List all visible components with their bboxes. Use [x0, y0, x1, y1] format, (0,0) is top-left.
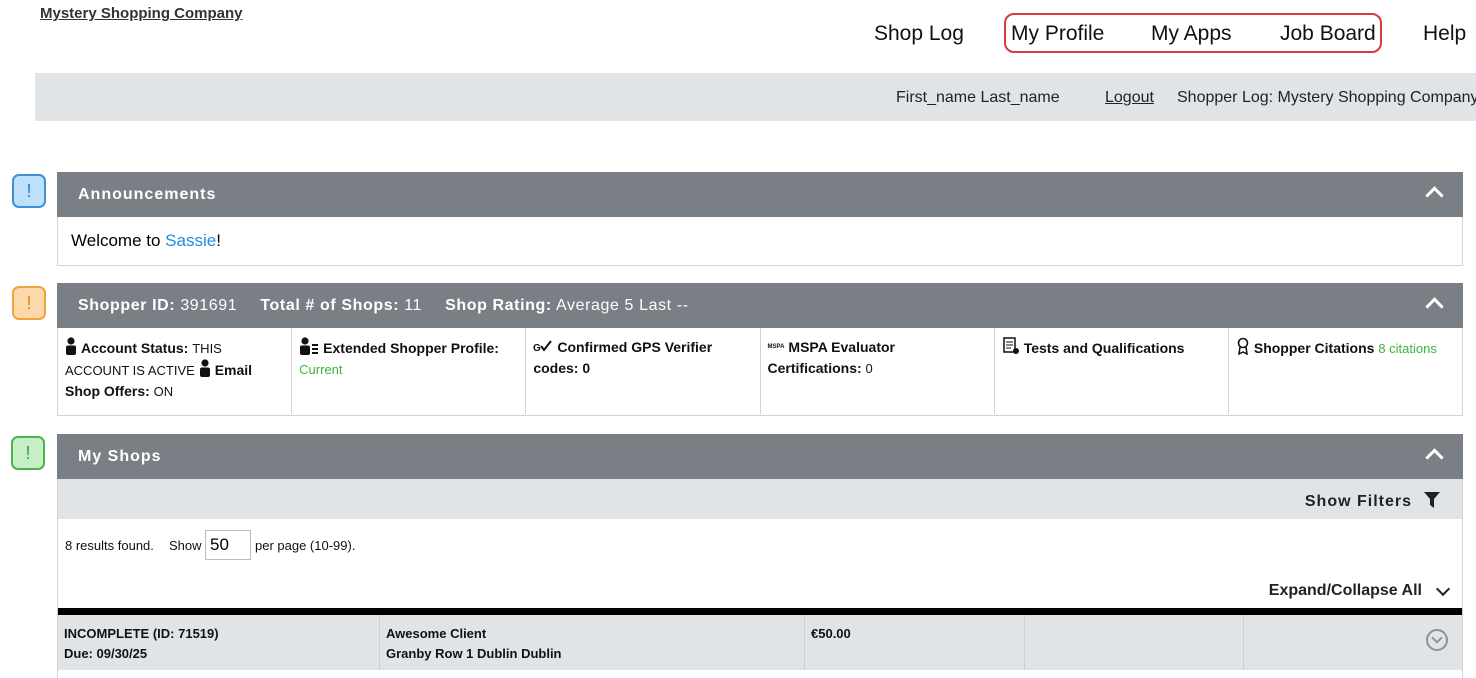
svg-text:G: G [533, 343, 541, 354]
gps-verifier-value: 0 [582, 360, 591, 376]
top-navigation: Shop Log My Profile My Apps Job Board He… [0, 0, 1476, 70]
total-shops-label: Total # of Shops: [260, 297, 400, 314]
filter-funnel-icon[interactable] [1424, 492, 1440, 509]
user-name: First_name Last_name [896, 89, 1060, 106]
shops-alert-icon[interactable]: ! [11, 436, 45, 470]
shop-address: Granby Row 1 Dublin Dublin [386, 646, 562, 661]
shop-empty-col [1025, 615, 1244, 670]
nav-my-apps[interactable]: My Apps [1151, 22, 1232, 46]
shopper-id-label: Shopper ID: [78, 297, 176, 314]
shop-client-col: Awesome Client Granby Row 1 Dublin Dubli… [380, 615, 805, 670]
announcements-body: Welcome to Sassie! [57, 217, 1463, 266]
welcome-suffix: ! [216, 231, 221, 250]
account-status-cell: Account Status: THIS ACCOUNT IS ACTIVE E… [58, 328, 293, 414]
shopper-header[interactable]: Shopper ID: 391691 Total # of Shops: 11 … [57, 283, 1463, 328]
results-count: 8 results found. [65, 538, 154, 553]
chevron-down-icon[interactable] [1435, 581, 1451, 597]
person-icon [199, 359, 210, 377]
expand-row-icon[interactable] [1426, 629, 1448, 651]
nav-job-board[interactable]: Job Board [1280, 22, 1376, 46]
shop-due-date: Due: 09/30/25 [64, 646, 148, 661]
gps-verifier-label: Confirmed GPS Verifier codes: [533, 339, 713, 376]
expand-collapse-all[interactable]: Expand/Collapse All [1269, 582, 1422, 600]
mspa-badge-icon: MSPA [767, 344, 785, 350]
announcements-title: Announcements [78, 186, 217, 203]
shop-status: INCOMPLETE (ID: 71519) [64, 626, 219, 641]
filter-bar: Show Filters [58, 479, 1462, 519]
my-shops-body: Show Filters 8 results found. Show per p… [57, 479, 1463, 678]
citations-cell: Shopper Citations 8 citations [1229, 328, 1462, 414]
shop-client: Awesome Client [386, 626, 487, 641]
shop-status-col: INCOMPLETE (ID: 71519) Due: 09/30/25 [58, 615, 380, 670]
mspa-label: MSPA Evaluator Certifications: [767, 339, 895, 376]
shop-row[interactable]: INCOMPLETE (ID: 71519) Due: 09/30/25 Awe… [58, 608, 1462, 670]
per-page-input[interactable] [205, 530, 251, 560]
shop-rating-value: Average 5 Last -- [555, 297, 689, 314]
nav-my-profile[interactable]: My Profile [1011, 22, 1104, 46]
account-status-label: Account Status: [81, 340, 189, 356]
show-label: Show [169, 538, 202, 553]
per-page-text: per page (10-99). [255, 538, 356, 553]
announcements-header[interactable]: Announcements [57, 172, 1463, 217]
nav-shop-log[interactable]: Shop Log [874, 22, 964, 46]
email-offers-value: ON [153, 384, 174, 399]
shop-expand-col [1244, 615, 1462, 670]
tests-label[interactable]: Tests and Qualifications [1024, 340, 1185, 356]
shop-rating-label: Shop Rating: [445, 297, 552, 314]
shop-amount-col: €50.00 [805, 615, 1025, 670]
mspa-value: 0 [865, 361, 873, 376]
shopper-id-value: 391691 [180, 297, 238, 314]
welcome-prefix: Welcome to [71, 231, 166, 250]
extended-profile-status[interactable]: Current [299, 362, 342, 377]
collapse-chevron-icon[interactable] [1425, 448, 1444, 467]
show-filters-button[interactable]: Show Filters [1305, 493, 1412, 511]
total-shops-value: 11 [404, 297, 423, 314]
citations-label: Shopper Citations [1253, 340, 1375, 356]
citations-value[interactable]: 8 citations [1378, 341, 1437, 356]
shopper-log-label: Shopper Log: Mystery Shopping Company [1177, 89, 1476, 106]
logout-link[interactable]: Logout [1105, 89, 1154, 107]
user-bar: First_name Last_name Logout Shopper Log:… [35, 73, 1476, 121]
shopper-body: Account Status: THIS ACCOUNT IS ACTIVE E… [57, 328, 1463, 416]
certificate-icon [1002, 337, 1019, 354]
extended-profile-label: Extended Shopper Profile: [323, 340, 499, 356]
collapse-chevron-icon[interactable] [1425, 186, 1444, 205]
announcements-alert-icon[interactable]: ! [12, 174, 46, 208]
tests-cell: Tests and Qualifications [995, 328, 1229, 414]
person-icon [66, 337, 76, 355]
collapse-chevron-icon[interactable] [1425, 297, 1444, 316]
extended-profile-cell: Extended Shopper Profile: Current [292, 328, 527, 414]
gps-verified-icon: G [533, 340, 553, 354]
sassie-link[interactable]: Sassie [165, 231, 216, 250]
welcome-message: Welcome to Sassie! [71, 231, 221, 251]
shop-amount: €50.00 [811, 626, 851, 641]
my-shops-header[interactable]: My Shops [57, 434, 1463, 479]
nav-help[interactable]: Help [1423, 22, 1466, 46]
award-ribbon-icon [1237, 337, 1249, 355]
shopper-stats: Shopper ID: 391691 Total # of Shops: 11 … [78, 297, 689, 315]
profile-list-icon [300, 337, 319, 355]
shopper-alert-icon[interactable]: ! [12, 286, 46, 320]
mspa-cell: MSPA MSPA Evaluator Certifications: 0 [761, 328, 995, 414]
gps-verifier-cell: G Confirmed GPS Verifier codes: 0 [526, 328, 761, 414]
my-shops-title: My Shops [78, 448, 162, 465]
